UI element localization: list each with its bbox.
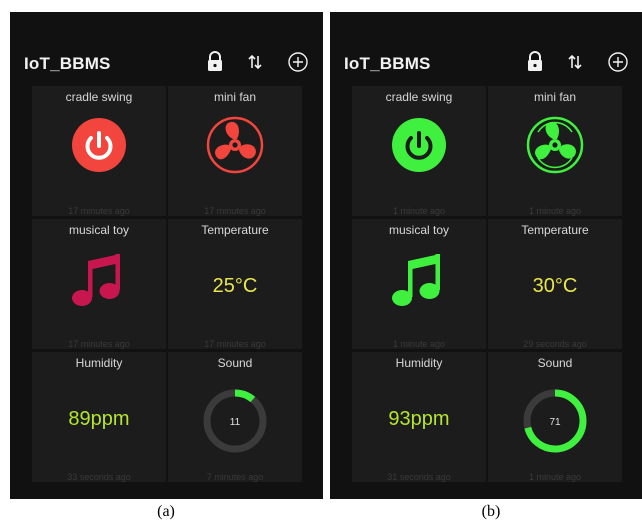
tile-label: Sound <box>217 356 253 370</box>
power-icon[interactable] <box>388 110 450 176</box>
tile-mini-fan[interactable]: mini fan 17 minutes ago <box>168 86 302 216</box>
figure-caption-a: (a) <box>157 503 175 520</box>
tile-timestamp: 29 seconds ago <box>523 339 587 349</box>
tile-label: cradle swing <box>65 90 133 104</box>
fan-icon[interactable] <box>204 110 266 176</box>
tile-timestamp: 31 seconds ago <box>387 472 451 482</box>
tile-humidity: Humidity 89ppm 33 seconds ago <box>32 352 166 482</box>
app-bar: IoT_BBMS <box>10 48 323 88</box>
tile-label: mini fan <box>533 90 577 104</box>
app-title: IoT_BBMS <box>344 54 431 73</box>
tile-sound: Sound 71 1 minute ago <box>488 352 622 482</box>
sound-value: 11 <box>230 417 241 428</box>
tile-humidity: Humidity 93ppm 31 seconds ago <box>352 352 486 482</box>
lock-icon[interactable] <box>523 50 547 74</box>
add-circle-icon[interactable] <box>286 50 310 74</box>
humidity-value: 93ppm <box>388 408 450 430</box>
tile-temperature: Temperature 25°C 17 minutes ago <box>168 219 302 349</box>
tile-label: Sound <box>537 356 573 370</box>
tile-cradle-swing[interactable]: cradle swing 1 minute ago <box>352 86 486 216</box>
sync-arrows-icon[interactable] <box>563 50 587 74</box>
sound-value: 71 <box>549 417 561 428</box>
phone-screen-a: IoT_BBMS cradle swing 17 minutes ago min… <box>10 12 323 499</box>
tile-timestamp: 17 minutes ago <box>204 339 266 349</box>
tile-label: cradle swing <box>385 90 453 104</box>
tile-timestamp: 1 minute ago <box>528 206 582 216</box>
music-note-icon[interactable] <box>68 243 130 309</box>
humidity-value: 89ppm <box>68 408 130 430</box>
sync-arrows-icon[interactable] <box>243 50 267 74</box>
sound-gauge: 71 <box>523 389 587 453</box>
tile-label: mini fan <box>213 90 257 104</box>
fan-icon[interactable] <box>524 110 586 176</box>
tile-label: Temperature <box>521 223 589 237</box>
temperature-value: 25°C <box>212 275 258 297</box>
tile-label: musical toy <box>388 223 450 237</box>
phone-screen-b: IoT_BBMS cradle swing 1 minute ago mini … <box>330 12 642 499</box>
sound-gauge: 11 <box>203 389 267 453</box>
tile-musical-toy[interactable]: musical toy 17 minutes ago <box>32 219 166 349</box>
tile-label: Humidity <box>75 356 123 370</box>
tile-timestamp: 7 minutes ago <box>206 472 264 482</box>
lock-icon[interactable] <box>203 50 227 74</box>
tile-temperature: Temperature 30°C 29 seconds ago <box>488 219 622 349</box>
tile-label: musical toy <box>68 223 130 237</box>
app-title: IoT_BBMS <box>24 54 111 73</box>
tile-label: Temperature <box>201 223 269 237</box>
figure-caption-b: (b) <box>481 503 501 520</box>
tile-sound: Sound 11 7 minutes ago <box>168 352 302 482</box>
tile-timestamp: 17 minutes ago <box>68 206 130 216</box>
temperature-value: 30°C <box>532 275 578 297</box>
tile-label: Humidity <box>395 356 443 370</box>
power-icon[interactable] <box>68 110 130 176</box>
tile-timestamp: 17 minutes ago <box>68 339 130 349</box>
tile-cradle-swing[interactable]: cradle swing 17 minutes ago <box>32 86 166 216</box>
add-circle-icon[interactable] <box>606 50 630 74</box>
tile-timestamp: 17 minutes ago <box>204 206 266 216</box>
tile-mini-fan[interactable]: mini fan 1 minute ago <box>488 86 622 216</box>
music-note-icon[interactable] <box>388 243 450 309</box>
tile-timestamp: 1 minute ago <box>528 472 582 482</box>
tile-timestamp: 33 seconds ago <box>67 472 131 482</box>
app-bar: IoT_BBMS <box>330 48 642 88</box>
tile-timestamp: 1 minute ago <box>392 339 446 349</box>
tile-musical-toy[interactable]: musical toy 1 minute ago <box>352 219 486 349</box>
tile-timestamp: 1 minute ago <box>392 206 446 216</box>
